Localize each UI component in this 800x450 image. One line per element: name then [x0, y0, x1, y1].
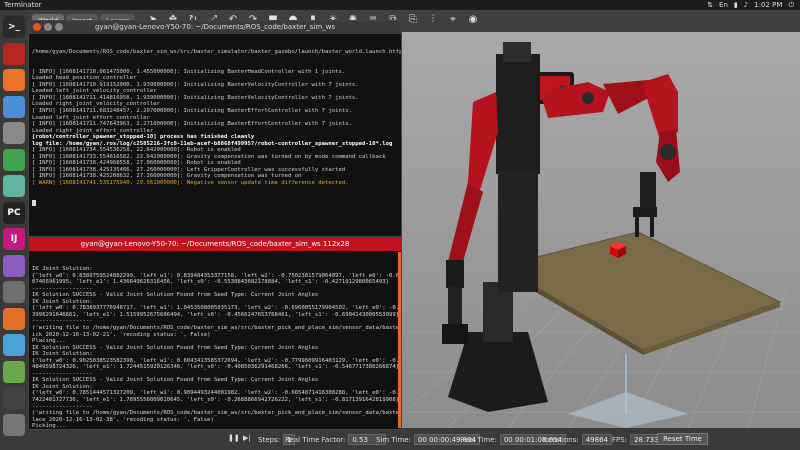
terminal-line: {'left_w0': 0.7838937776948717, 'left_w1…	[32, 305, 401, 312]
terminal-line: [ INFO] [1608141711.683248457, 2.2070000…	[32, 108, 352, 115]
launcher-dock: >_ PC IJ	[0, 10, 28, 450]
terminal-top[interactable]: gyan@gyan-Lenovo-Y50-70: ~/Documents/ROS…	[28, 20, 402, 237]
terminal-cursor	[32, 199, 398, 207]
vim-icon[interactable]	[3, 254, 25, 277]
terminal-scrollbar[interactable]	[398, 252, 401, 428]
top-panel: Terminator ⇅ En ▮ ♪ 1:02 PM ⏻	[0, 0, 800, 10]
sim-time-label: Sim Time:	[376, 436, 411, 444]
active-app-title: Terminator	[4, 1, 42, 9]
screenshot-icon[interactable]: ◉	[466, 13, 480, 27]
keyboard-icon[interactable]: En	[719, 0, 728, 10]
files-icon[interactable]	[3, 122, 25, 144]
iterations-label: Iterations:	[543, 436, 579, 444]
desktop: Terminator ⇅ En ▮ ♪ 1:02 PM ⏻ >_PCIJ Wor…	[0, 0, 800, 450]
terminal-top-lines: [ INFO] [1608141710.061475000, 1.4550000…	[32, 69, 398, 187]
terminal-line: [ WARN] [1608141741.535175940, 29.561000…	[32, 180, 349, 187]
rviz-icon[interactable]	[3, 334, 25, 356]
system-tray[interactable]: ⇅ En ▮ ♪ 1:02 PM ⏻	[707, 0, 794, 10]
chrome-icon[interactable]	[3, 95, 25, 118]
terminal-top-titlebar[interactable]: gyan@gyan-Lenovo-Y50-70: ~/Documents/ROS…	[29, 21, 401, 34]
step-forward-icon[interactable]: ▶|	[243, 434, 251, 442]
gazebo-icon[interactable]	[3, 307, 25, 330]
battery-icon[interactable]: ▮	[734, 0, 738, 10]
terminal-bottom-titlebar[interactable]: gyan@gyan-Lenovo-Y50-70: ~/Documents/ROS…	[29, 238, 401, 251]
steps-label: Steps:	[258, 436, 280, 444]
terminal-line: ('writing file to /home/gyan/Documents/R…	[32, 325, 401, 332]
paste-icon[interactable]: ⎘	[406, 13, 420, 27]
power-icon[interactable]: ⏻	[788, 0, 794, 10]
clion-icon[interactable]: IJ	[3, 228, 25, 250]
volume-icon[interactable]: ♪	[744, 0, 748, 10]
atom-icon[interactable]	[3, 175, 25, 197]
snap-icon[interactable]: ⌖	[446, 13, 460, 27]
terminal-line: [ INFO] [1608141711.747643963, 2.2710000…	[32, 121, 352, 128]
terminal-top-output[interactable]: /home/gyan/Documents/ROS_code/baxter_sim…	[29, 34, 401, 236]
settings-icon[interactable]	[3, 281, 25, 303]
iterations-value: 49864	[581, 434, 612, 445]
trash-icon[interactable]	[3, 413, 25, 436]
terminal-line: 07466961995, 'left_e1': 1.43664962631645…	[32, 279, 389, 286]
gazebo-status-bar: ❚❚ ▶| Steps: 1 Real Time Factor: 0.53 Sim …	[28, 428, 800, 450]
terminal-bottom-title: gyan@gyan-Lenovo-Y50-70: ~/Documents/ROS…	[80, 240, 350, 248]
terminal-icon[interactable]: >_	[3, 16, 25, 38]
terminal-bottom-output[interactable]: IK Joint Solution: {'left_w0': 0.83897595…	[29, 251, 401, 429]
software-icon[interactable]	[3, 148, 25, 171]
rtf-label: Real Time Factor:	[285, 436, 346, 444]
real-time-label: Real Time:	[460, 436, 497, 444]
clock[interactable]: 1:02 PM	[754, 0, 782, 10]
terminal-top-title: gyan@gyan-Lenovo-Y50-70: ~/Documents/ROS…	[94, 23, 336, 31]
terminal-path-line: /home/gyan/Documents/ROS_code/baxter_sim…	[32, 49, 401, 56]
terminal-line: 7422401727736, 'left_e1': 1.789555600901…	[32, 397, 400, 404]
window-controls	[33, 23, 63, 31]
minimize-icon[interactable]	[44, 23, 52, 31]
terminal-line: Picking...	[32, 423, 66, 429]
network-icon[interactable]: ⇅	[707, 0, 713, 10]
pycharm-icon[interactable]: PC	[3, 201, 25, 224]
libreoffice-icon[interactable]	[3, 360, 25, 383]
terminal-line: 4849598724326, 'left_e1': 1.724451592012…	[32, 364, 400, 371]
terminal-bottom[interactable]: gyan@gyan-Lenovo-Y50-70: ~/Documents/ROS…	[28, 237, 402, 430]
fps-label: FPS:	[612, 436, 628, 444]
terminator-icon[interactable]	[3, 42, 25, 65]
terminal-bottom-lines: IK Joint Solution: {'left_w0': 0.83897595…	[32, 266, 401, 429]
close-icon[interactable]	[33, 23, 41, 31]
maximize-icon[interactable]	[55, 23, 63, 31]
terminal-line: ('writing file to /home/gyan/Documents/R…	[32, 410, 401, 417]
align-icon[interactable]: ⫶	[426, 13, 440, 27]
firefox-icon[interactable]	[3, 69, 25, 91]
terminal-dark-icon[interactable]	[3, 387, 25, 409]
reset-time-button[interactable]: Reset Time	[657, 433, 708, 445]
pause-icon[interactable]: ❚❚	[228, 434, 240, 442]
